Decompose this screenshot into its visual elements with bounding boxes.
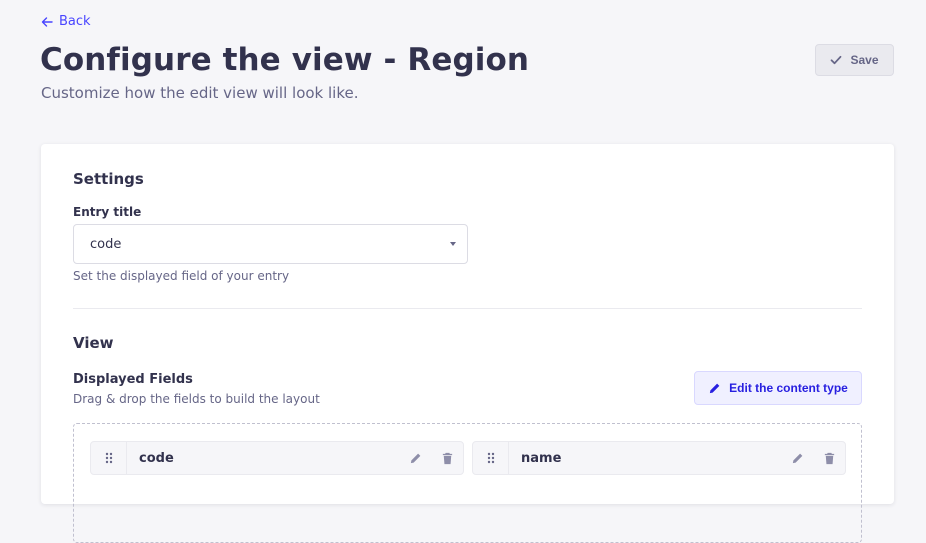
trash-icon[interactable]: [431, 452, 463, 465]
pencil-icon[interactable]: [781, 452, 813, 465]
entry-title-select[interactable]: code: [73, 224, 468, 264]
save-button[interactable]: Save: [815, 44, 894, 76]
field-card-name[interactable]: name: [472, 441, 846, 475]
settings-title: Settings: [73, 170, 144, 188]
fields-drop-zone[interactable]: code name: [73, 423, 862, 543]
trash-icon[interactable]: [813, 452, 845, 465]
pencil-icon[interactable]: [399, 452, 431, 465]
field-name: code: [139, 450, 174, 466]
page-subtitle: Customize how the edit view will look li…: [41, 84, 359, 102]
displayed-fields-hint: Drag & drop the fields to build the layo…: [73, 392, 320, 406]
pencil-icon: [710, 383, 720, 393]
entry-title-hint: Set the displayed field of your entry: [73, 269, 290, 283]
entry-title-value: code: [90, 236, 122, 252]
save-label: Save: [850, 53, 879, 67]
displayed-fields-label: Displayed Fields: [73, 372, 193, 387]
arrow-left-icon: [41, 16, 53, 27]
drag-handle-icon[interactable]: [473, 442, 509, 474]
back-label: Back: [59, 14, 91, 29]
edit-content-type-button[interactable]: Edit the content type: [694, 371, 862, 405]
drag-handle-icon[interactable]: [91, 442, 127, 474]
page-title: Configure the view - Region: [40, 42, 530, 78]
field-card-code[interactable]: code: [90, 441, 464, 475]
check-icon: [831, 55, 842, 65]
configure-card: Settings Entry title code Set the displa…: [41, 144, 894, 543]
caret-down-icon: [450, 242, 456, 246]
section-divider: [73, 308, 862, 309]
entry-title-label: Entry title: [73, 205, 142, 219]
field-name: name: [521, 450, 562, 466]
view-title: View: [73, 334, 114, 352]
back-link[interactable]: Back: [41, 14, 91, 29]
edit-content-type-label: Edit the content type: [729, 381, 848, 395]
